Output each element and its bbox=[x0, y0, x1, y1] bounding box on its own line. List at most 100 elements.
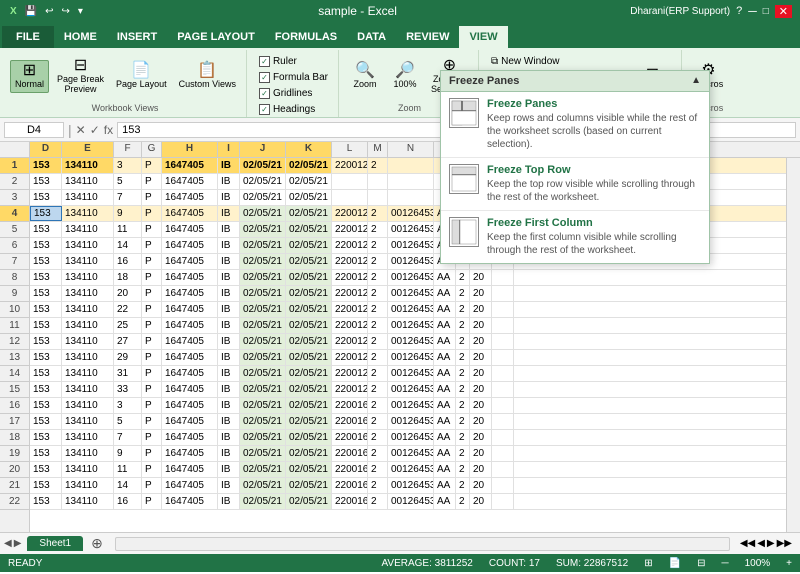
horizontal-scrollbar[interactable] bbox=[115, 537, 730, 551]
cell-j17[interactable]: 02/05/21 bbox=[240, 414, 286, 429]
cell-e1[interactable]: 134110 bbox=[62, 158, 114, 173]
cell-e10[interactable]: 134110 bbox=[62, 302, 114, 317]
col-header-h[interactable]: H bbox=[162, 142, 218, 157]
cell-q21[interactable]: 20 bbox=[470, 478, 492, 493]
cell-f16[interactable]: 3 bbox=[114, 398, 142, 413]
cell-i19[interactable]: IB bbox=[218, 446, 240, 461]
view-layout-icon[interactable]: 📄 bbox=[669, 558, 681, 569]
view-normal-icon[interactable]: ⊞ bbox=[644, 558, 652, 569]
cell-g17[interactable]: P bbox=[142, 414, 162, 429]
cell-i2[interactable]: IB bbox=[218, 174, 240, 189]
row-header-20[interactable]: 20 bbox=[0, 462, 29, 478]
new-window-btn[interactable]: ⧉ New Window bbox=[487, 54, 583, 69]
cell-q13[interactable]: 20 bbox=[470, 350, 492, 365]
cell-i5[interactable]: IB bbox=[218, 222, 240, 237]
cell-m5[interactable]: 2 bbox=[368, 222, 388, 237]
cell-n9[interactable]: 00126453 bbox=[388, 286, 434, 301]
cell-l3[interactable] bbox=[332, 190, 368, 205]
cell-n2[interactable] bbox=[388, 174, 434, 189]
cell-d15[interactable]: 153 bbox=[30, 382, 62, 397]
cell-e17[interactable]: 134110 bbox=[62, 414, 114, 429]
cell-i13[interactable]: IB bbox=[218, 350, 240, 365]
cell-d9[interactable]: 153 bbox=[30, 286, 62, 301]
cell-d12[interactable]: 153 bbox=[30, 334, 62, 349]
cell-f1[interactable]: 3 bbox=[114, 158, 142, 173]
cell-g11[interactable]: P bbox=[142, 318, 162, 333]
cell-f2[interactable]: 5 bbox=[114, 174, 142, 189]
col-header-j[interactable]: J bbox=[240, 142, 286, 157]
cell-l20[interactable]: 220016 bbox=[332, 462, 368, 477]
cell-k10[interactable]: 02/05/21 bbox=[286, 302, 332, 317]
col-header-l[interactable]: L bbox=[332, 142, 368, 157]
cell-k11[interactable]: 02/05/21 bbox=[286, 318, 332, 333]
cell-r22[interactable] bbox=[492, 494, 514, 509]
cell-d3[interactable]: 153 bbox=[30, 190, 62, 205]
cell-l9[interactable]: 220012 bbox=[332, 286, 368, 301]
cell-q12[interactable]: 20 bbox=[470, 334, 492, 349]
row-header-15[interactable]: 15 bbox=[0, 382, 29, 398]
cell-q10[interactable]: 20 bbox=[470, 302, 492, 317]
cell-k21[interactable]: 02/05/21 bbox=[286, 478, 332, 493]
cell-n6[interactable]: 00126453 bbox=[388, 238, 434, 253]
cell-j5[interactable]: 02/05/21 bbox=[240, 222, 286, 237]
cell-d1[interactable]: 153 bbox=[30, 158, 62, 173]
maximize-btn[interactable]: □ bbox=[763, 6, 769, 17]
cell-p13[interactable]: 2 bbox=[456, 350, 470, 365]
cell-p21[interactable]: 2 bbox=[456, 478, 470, 493]
cell-g21[interactable]: P bbox=[142, 478, 162, 493]
cell-l14[interactable]: 220012 bbox=[332, 366, 368, 381]
cell-d2[interactable]: 153 bbox=[30, 174, 62, 189]
cell-l5[interactable]: 220012 bbox=[332, 222, 368, 237]
cell-h14[interactable]: 1647405 bbox=[162, 366, 218, 381]
cell-n15[interactable]: 00126453 bbox=[388, 382, 434, 397]
cell-g6[interactable]: P bbox=[142, 238, 162, 253]
confirm-formula-icon[interactable]: ✓ bbox=[90, 123, 100, 137]
insert-function-icon[interactable]: fx bbox=[104, 123, 113, 137]
row-header-12[interactable]: 12 bbox=[0, 334, 29, 350]
cell-m20[interactable]: 2 bbox=[368, 462, 388, 477]
cell-k19[interactable]: 02/05/21 bbox=[286, 446, 332, 461]
view-pagebreak-icon[interactable]: ⊟ bbox=[697, 558, 705, 569]
cell-n1[interactable] bbox=[388, 158, 434, 173]
cell-i6[interactable]: IB bbox=[218, 238, 240, 253]
col-header-d[interactable]: D bbox=[30, 142, 62, 157]
cell-g14[interactable]: P bbox=[142, 366, 162, 381]
cell-k3[interactable]: 02/05/21 bbox=[286, 190, 332, 205]
cell-e8[interactable]: 134110 bbox=[62, 270, 114, 285]
tab-insert[interactable]: INSERT bbox=[107, 26, 167, 48]
cell-k17[interactable]: 02/05/21 bbox=[286, 414, 332, 429]
cell-m8[interactable]: 2 bbox=[368, 270, 388, 285]
tab-review[interactable]: REVIEW bbox=[396, 26, 459, 48]
cell-j19[interactable]: 02/05/21 bbox=[240, 446, 286, 461]
redo-icon[interactable]: ↪ bbox=[60, 6, 72, 17]
cell-r19[interactable] bbox=[492, 446, 514, 461]
scroll-left-icon[interactable]: ◀ bbox=[4, 538, 12, 549]
cell-q16[interactable]: 20 bbox=[470, 398, 492, 413]
cell-p18[interactable]: 2 bbox=[456, 430, 470, 445]
cell-e6[interactable]: 134110 bbox=[62, 238, 114, 253]
cell-f3[interactable]: 7 bbox=[114, 190, 142, 205]
cell-r17[interactable] bbox=[492, 414, 514, 429]
cell-h20[interactable]: 1647405 bbox=[162, 462, 218, 477]
cell-j16[interactable]: 02/05/21 bbox=[240, 398, 286, 413]
freeze-panes-item[interactable]: Freeze Panes Keep rows and columns visib… bbox=[441, 92, 709, 158]
cell-k12[interactable]: 02/05/21 bbox=[286, 334, 332, 349]
cell-l21[interactable]: 220016 bbox=[332, 478, 368, 493]
cell-l13[interactable]: 220012 bbox=[332, 350, 368, 365]
cell-r11[interactable] bbox=[492, 318, 514, 333]
cell-m22[interactable]: 2 bbox=[368, 494, 388, 509]
cell-m10[interactable]: 2 bbox=[368, 302, 388, 317]
cell-m3[interactable] bbox=[368, 190, 388, 205]
cell-r16[interactable] bbox=[492, 398, 514, 413]
cell-l4[interactable]: 220012 bbox=[332, 206, 368, 221]
cell-k14[interactable]: 02/05/21 bbox=[286, 366, 332, 381]
cell-k18[interactable]: 02/05/21 bbox=[286, 430, 332, 445]
cell-d19[interactable]: 153 bbox=[30, 446, 62, 461]
cell-i15[interactable]: IB bbox=[218, 382, 240, 397]
cell-q8[interactable]: 20 bbox=[470, 270, 492, 285]
cell-h2[interactable]: 1647405 bbox=[162, 174, 218, 189]
cell-p19[interactable]: 2 bbox=[456, 446, 470, 461]
page-break-preview-btn[interactable]: ⊟ Page BreakPreview bbox=[53, 56, 108, 97]
cell-n17[interactable]: 00126453 bbox=[388, 414, 434, 429]
cell-h12[interactable]: 1647405 bbox=[162, 334, 218, 349]
